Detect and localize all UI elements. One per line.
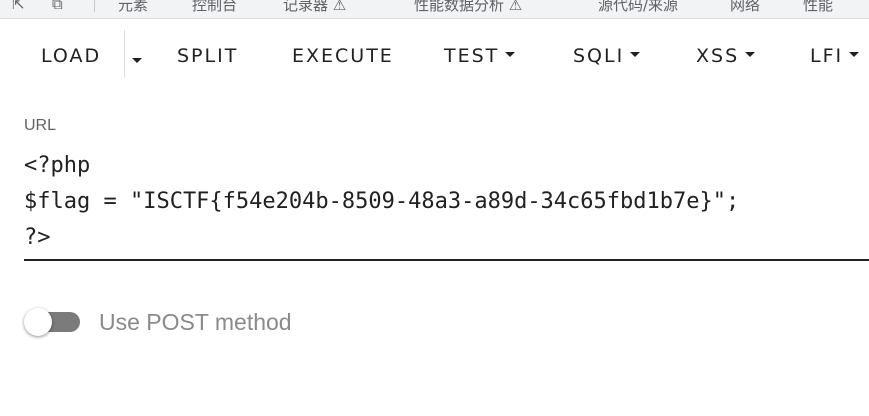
url-underline	[24, 259, 869, 261]
toolbar-divider	[124, 30, 125, 78]
load-button[interactable]: LOAD	[41, 36, 101, 76]
hackbar-toolbar: LOAD SPLIT EXECUTE TEST SQLI XSS LFI	[0, 36, 869, 80]
chevron-down-icon	[630, 52, 641, 57]
url-textarea[interactable]: <?php $flag = "ISCTF{f54e204b-8509-48a3-…	[24, 148, 869, 258]
post-method-label: Use POST method	[99, 309, 292, 335]
test-menu-label: TEST	[444, 45, 500, 67]
post-method-toggle[interactable]	[24, 308, 82, 338]
devtools-tab-bar: ⇱ ⧉ 元素 控制台 记录器 ⚠ 性能数据分析 ⚠ 源代码/来源 网络 性能	[0, 0, 869, 19]
tab-recorder[interactable]: 记录器 ⚠	[283, 0, 346, 18]
toggle-thumb	[24, 308, 52, 336]
xss-menu-button[interactable]: XSS	[696, 36, 756, 76]
split-button-label: SPLIT	[177, 45, 239, 67]
lfi-menu-label: LFI	[810, 45, 844, 67]
xss-menu-label: XSS	[696, 45, 740, 67]
split-button[interactable]: SPLIT	[177, 36, 238, 76]
lfi-menu-button[interactable]: LFI	[810, 36, 860, 76]
tab-network[interactable]: 网络	[730, 0, 760, 18]
tab-performance[interactable]: 性能	[803, 0, 833, 18]
chevron-down-icon	[745, 52, 756, 57]
execute-button-label: EXECUTE	[292, 45, 394, 67]
chevron-down-icon	[505, 52, 516, 57]
sqli-menu-label: SQLI	[573, 45, 625, 67]
execute-button[interactable]: EXECUTE	[292, 36, 394, 76]
test-menu-button[interactable]: TEST	[444, 36, 516, 76]
sqli-menu-button[interactable]: SQLI	[573, 36, 641, 76]
tab-elements[interactable]: 元素	[118, 0, 148, 18]
url-label: URL	[24, 117, 57, 134]
load-dropdown-button[interactable]	[132, 52, 142, 63]
device-toolbar-icon[interactable]: ⧉	[52, 0, 63, 18]
tab-performance-insights[interactable]: 性能数据分析 ⚠	[414, 0, 522, 18]
tab-console[interactable]: 控制台	[192, 0, 237, 18]
inspect-element-icon[interactable]: ⇱	[12, 0, 25, 18]
tab-sources[interactable]: 源代码/来源	[598, 0, 678, 18]
chevron-down-icon	[849, 52, 860, 57]
tab-separator	[94, 0, 95, 12]
load-button-label: LOAD	[41, 45, 102, 67]
chevron-down-icon	[132, 58, 142, 63]
